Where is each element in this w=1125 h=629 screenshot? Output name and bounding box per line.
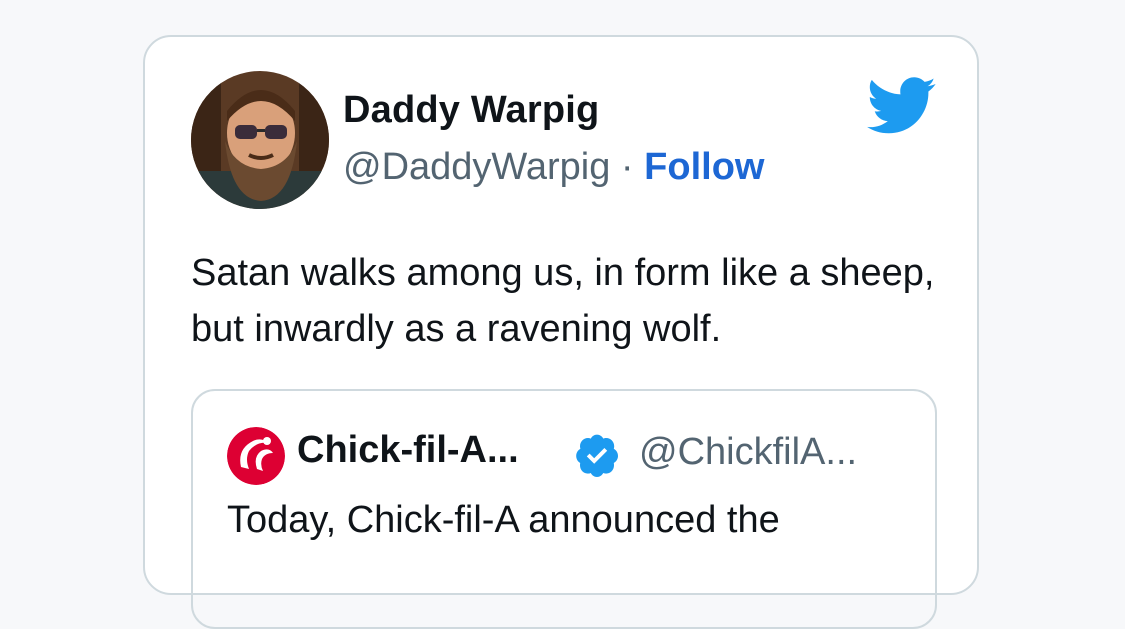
- quoted-author-name[interactable]: Chick-fil-A...: [297, 429, 519, 472]
- author-handle-line: @DaddyWarpig · Follow: [343, 146, 764, 189]
- embedded-tweet-card[interactable]: Daddy Warpig @DaddyWarpig · Follow Satan…: [143, 35, 979, 629]
- author-avatar[interactable]: [191, 71, 329, 209]
- twitter-bird-icon[interactable]: [866, 77, 937, 135]
- follow-link[interactable]: Follow: [644, 146, 764, 188]
- quoted-author-handle[interactable]: @ChickfilA...: [639, 431, 857, 474]
- quoted-tweet[interactable]: Chick-fil-A... @ChickfilA... Today, Chic…: [191, 389, 937, 629]
- verified-badge-icon: [573, 431, 621, 479]
- tweet-text: Satan walks among us, in form like a she…: [191, 252, 935, 350]
- bearded-man-avatar-icon: [191, 71, 329, 209]
- author-handle[interactable]: @DaddyWarpig: [343, 146, 610, 188]
- author-name[interactable]: Daddy Warpig: [343, 89, 599, 132]
- quoted-tweet-text: Today, Chick-fil-A announced the: [227, 499, 780, 541]
- handle-separator: ·: [610, 146, 645, 188]
- chickfila-logo-icon: [227, 427, 285, 485]
